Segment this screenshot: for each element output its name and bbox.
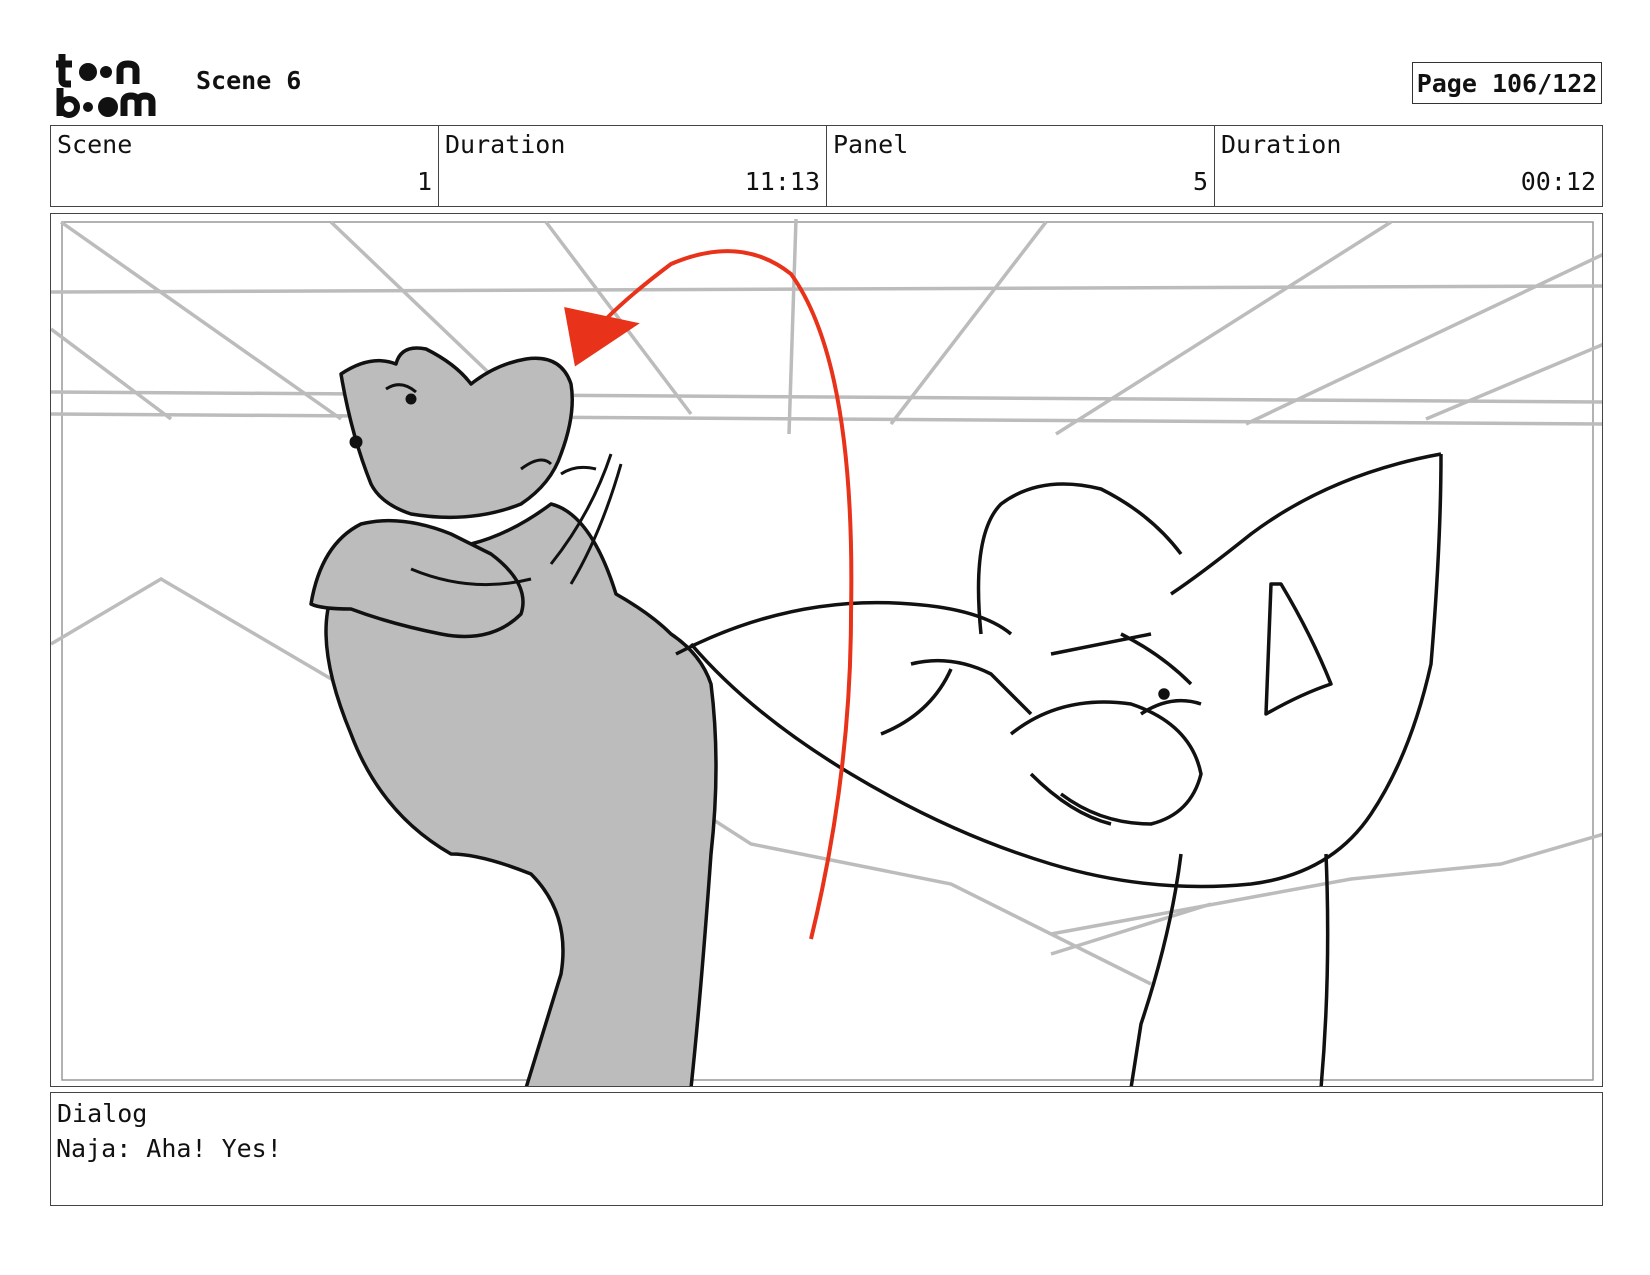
panel-cell: Panel 5 (827, 126, 1215, 206)
panel-label: Panel (833, 130, 909, 159)
scene-title: Scene 6 (196, 66, 302, 95)
dialog-box: Dialog Naja: Aha! Yes! (50, 1092, 1603, 1206)
toon-boom-logo (56, 54, 156, 118)
scene-duration-cell: Duration 11:13 (439, 126, 827, 206)
page-indicator: Page 106/122 (1412, 62, 1602, 104)
creature-figure (675, 452, 1443, 1086)
dialog-label: Dialog (57, 1099, 148, 1128)
storyboard-panel (50, 213, 1603, 1087)
dialog-text: Naja: Aha! Yes! (56, 1134, 282, 1163)
scene-duration-label: Duration (445, 130, 566, 159)
info-row: Scene 1 Duration 11:13 Panel 5 Duration … (50, 125, 1603, 207)
panel-duration-value: 00:12 (1520, 167, 1596, 196)
panel-duration-label: Duration (1221, 130, 1342, 159)
scene-label: Scene (57, 130, 133, 159)
scene-duration-value: 11:13 (744, 167, 820, 196)
snake-figure (309, 346, 718, 1086)
panel-sketch (51, 218, 1602, 1086)
scene-value: 1 (416, 167, 432, 196)
panel-duration-cell: Duration 00:12 (1215, 126, 1602, 206)
panel-value: 5 (1192, 167, 1208, 196)
scene-cell: Scene 1 (51, 126, 439, 206)
